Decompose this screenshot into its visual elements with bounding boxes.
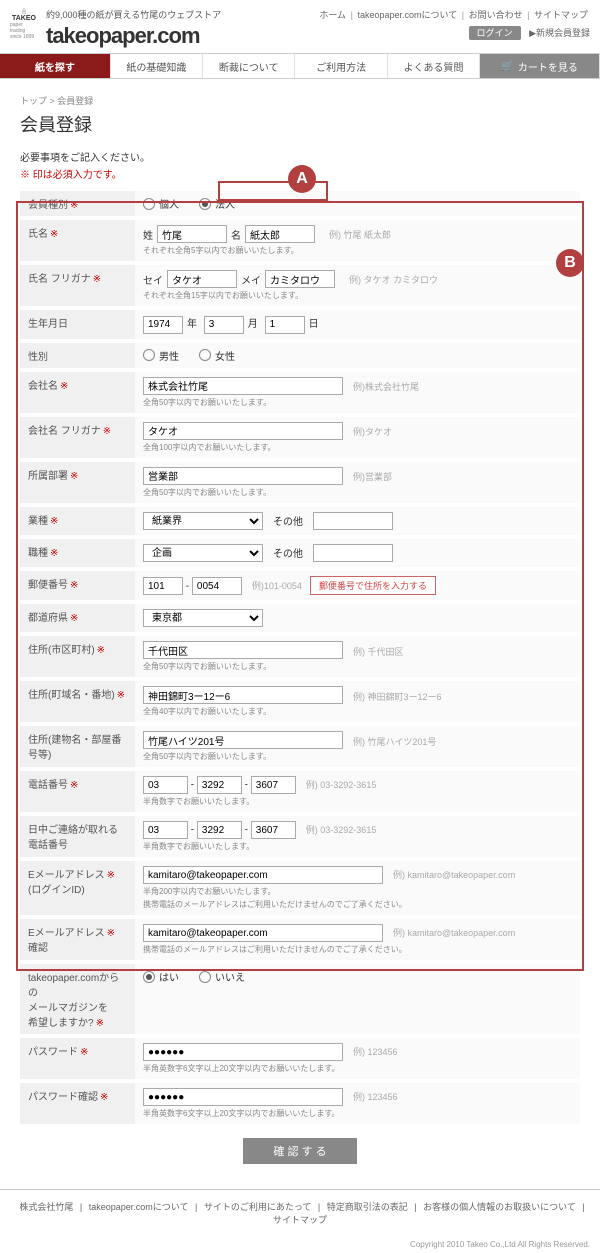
- footer-terms[interactable]: サイトのご利用にあたって: [204, 1202, 312, 1212]
- page-title: 会員登録: [20, 111, 580, 137]
- logo-text: TAKEO: [12, 15, 36, 22]
- registration-form: 会員種別※ 個人 法人 氏名※ 姓 名 例) 竹尾 紙太郎 それぞれ全角5字以内…: [20, 191, 580, 1128]
- footer-law[interactable]: 特定商取引法の表記: [327, 1202, 408, 1212]
- footer: 株式会社竹尾 | takeopaper.comについて | サイトのご利用にあた…: [0, 1189, 600, 1236]
- nav-search[interactable]: 紙を探す: [0, 54, 111, 78]
- pref-select[interactable]: 東京都: [143, 609, 263, 627]
- register-link[interactable]: ▶新規会員登録: [529, 28, 590, 38]
- header: TAKEO paper trading since 1899 約9,000種の紙…: [0, 0, 600, 53]
- tel3-input[interactable]: [251, 776, 296, 794]
- industry-select[interactable]: 紙業界: [143, 512, 263, 530]
- logo[interactable]: TAKEO paper trading since 1899: [10, 8, 38, 40]
- zip1-input[interactable]: [143, 577, 183, 595]
- instruction: 必要事項をご記入ください。: [20, 149, 580, 164]
- footer-privacy[interactable]: お客様の個人情報のお取扱いについて: [423, 1202, 576, 1212]
- city-input[interactable]: [143, 641, 343, 659]
- birth-year-input[interactable]: [143, 316, 183, 334]
- daytel2-input[interactable]: [197, 821, 242, 839]
- tel1-input[interactable]: [143, 776, 188, 794]
- company-kana-input[interactable]: [143, 422, 343, 440]
- birth-month-input[interactable]: [204, 316, 244, 334]
- address-input[interactable]: [143, 686, 343, 704]
- radio-female[interactable]: 女性: [199, 348, 235, 363]
- password-confirm-input[interactable]: [143, 1088, 343, 1106]
- email-confirm-input[interactable]: [143, 924, 383, 942]
- radio-mag-yes[interactable]: はい: [143, 969, 179, 984]
- lastname-input[interactable]: [157, 225, 227, 243]
- nav-usage[interactable]: ご利用方法: [295, 54, 387, 78]
- tel2-input[interactable]: [197, 776, 242, 794]
- nav-contact[interactable]: お問い合わせ: [469, 10, 523, 20]
- copyright: Copyright 2010 Takeo Co.,Ltd All Rights …: [0, 1236, 600, 1253]
- email-input[interactable]: [143, 866, 383, 884]
- building-input[interactable]: [143, 731, 343, 749]
- logo-sub: paper trading since 1899: [10, 22, 38, 40]
- cart-icon: 🛒: [501, 61, 513, 72]
- job-select[interactable]: 企画: [143, 544, 263, 562]
- radio-corporate[interactable]: 法人: [199, 196, 235, 211]
- marker-a: A: [288, 165, 316, 193]
- main-nav: 紙を探す 紙の基礎知識 断裁について ご利用方法 よくある質問 🛒カートを見る: [0, 53, 600, 79]
- company-input[interactable]: [143, 377, 343, 395]
- zip-lookup-button[interactable]: 郵便番号で住所を入力する: [310, 576, 436, 595]
- nav-cutting[interactable]: 断裁について: [203, 54, 295, 78]
- footer-about[interactable]: takeopaper.comについて: [89, 1202, 189, 1212]
- marker-b: B: [556, 249, 584, 277]
- login-button[interactable]: ログイン: [469, 26, 521, 40]
- nav-sitemap[interactable]: サイトマップ: [534, 10, 588, 20]
- nav-cart[interactable]: 🛒カートを見る: [480, 54, 600, 78]
- lastname-kana-input[interactable]: [167, 270, 237, 288]
- firstname-kana-input[interactable]: [265, 270, 335, 288]
- nav-about[interactable]: takeopaper.comについて: [357, 10, 457, 20]
- radio-male[interactable]: 男性: [143, 348, 179, 363]
- industry-other-input[interactable]: [313, 512, 393, 530]
- dept-input[interactable]: [143, 467, 343, 485]
- zip2-input[interactable]: [192, 577, 242, 595]
- confirm-button[interactable]: 確 認 す る: [243, 1138, 356, 1164]
- radio-mag-no[interactable]: いいえ: [199, 969, 245, 984]
- daytel3-input[interactable]: [251, 821, 296, 839]
- password-input[interactable]: [143, 1043, 343, 1061]
- footer-sitemap[interactable]: サイトマップ: [273, 1215, 327, 1225]
- birth-day-input[interactable]: [265, 316, 305, 334]
- nav-home[interactable]: ホーム: [319, 10, 346, 20]
- radio-individual[interactable]: 個人: [143, 196, 179, 211]
- breadcrumb[interactable]: トップ > 会員登録: [20, 94, 580, 107]
- daytel1-input[interactable]: [143, 821, 188, 839]
- nav-faq[interactable]: よくある質問: [388, 54, 480, 78]
- firstname-input[interactable]: [245, 225, 315, 243]
- job-other-input[interactable]: [313, 544, 393, 562]
- top-nav: ホーム | takeopaper.comについて | お問い合わせ | サイトマ…: [317, 8, 590, 21]
- nav-basics[interactable]: 紙の基礎知識: [111, 54, 203, 78]
- footer-company[interactable]: 株式会社竹尾: [19, 1202, 73, 1212]
